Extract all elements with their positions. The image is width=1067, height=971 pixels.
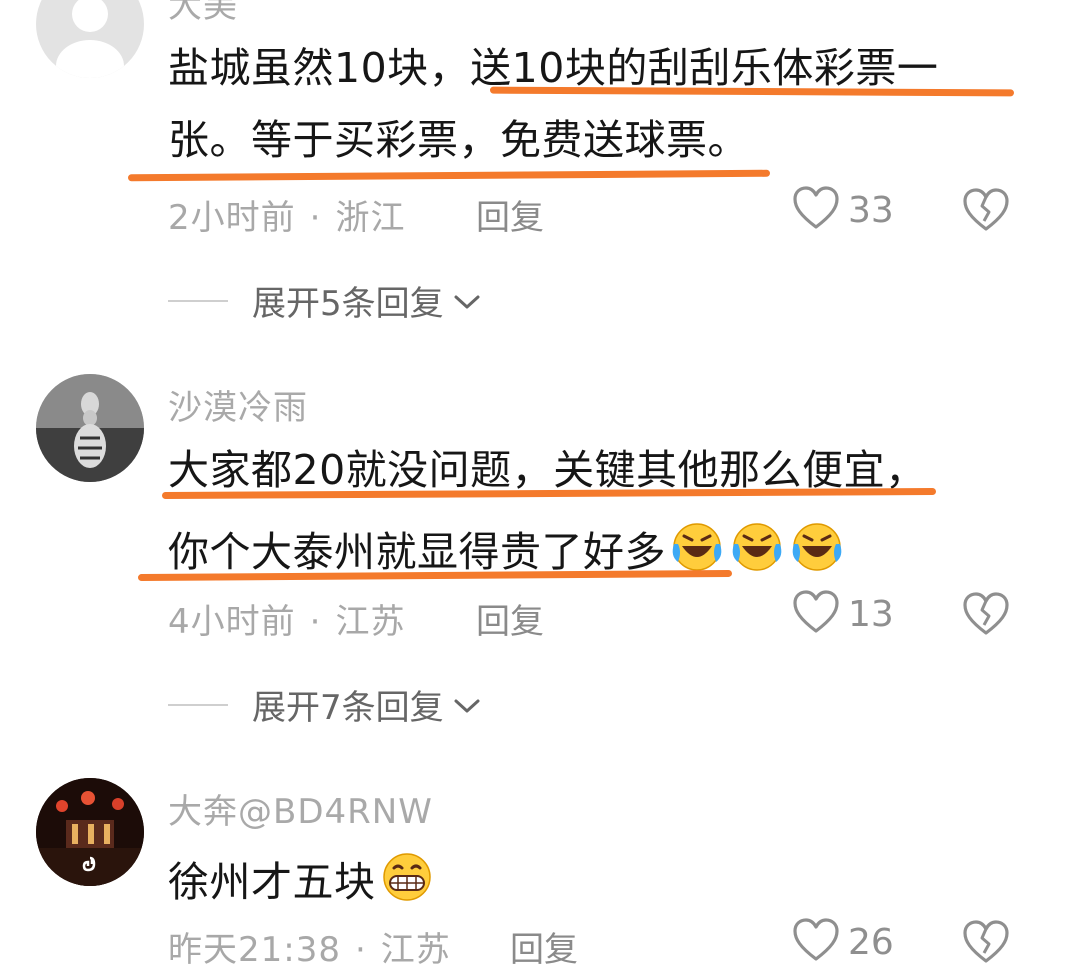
heart-outline-icon: [792, 186, 840, 234]
avatar[interactable]: [36, 374, 144, 482]
dislike-button[interactable]: [962, 920, 1010, 968]
divider-line: [168, 299, 228, 302]
avatar[interactable]: [36, 0, 144, 78]
reply-button[interactable]: 回复: [476, 594, 544, 643]
reply-button[interactable]: 回复: [476, 190, 544, 239]
username[interactable]: 大美: [168, 0, 238, 27]
like-button[interactable]: 33: [792, 186, 894, 234]
broken-heart-icon: [962, 920, 1010, 968]
location: 江苏: [335, 602, 406, 642]
timestamp: 2小时前: [168, 198, 296, 238]
comment-text-line: 你个大泰州就显得贵了好多: [168, 522, 846, 579]
broken-heart-icon: [962, 592, 1010, 640]
expand-replies-label: 展开5条回复: [252, 284, 444, 324]
timestamp: 4小时前: [168, 602, 296, 642]
dislike-button[interactable]: [962, 188, 1010, 236]
meta-separator: ·: [309, 602, 322, 642]
username[interactable]: 大奔@BD4RNW: [168, 784, 433, 833]
divider-line: [168, 703, 228, 706]
expand-replies-label: 展开7条回复: [252, 688, 444, 728]
comment-text-line: 盐城虽然10块，送10块的刮刮乐体彩票一: [168, 44, 939, 92]
like-count: 13: [848, 593, 894, 635]
like-button[interactable]: 26: [792, 918, 894, 966]
laughing-crying-emoji: [788, 522, 846, 579]
avatar[interactable]: [36, 778, 144, 886]
comment-text: 你个大泰州就显得贵了好多: [168, 528, 666, 576]
comment-meta: 2小时前 · 浙江: [168, 190, 405, 239]
meta-separator: ·: [309, 198, 322, 238]
like-count: 33: [848, 189, 894, 231]
heart-outline-icon: [792, 590, 840, 638]
username[interactable]: 沙漠冷雨: [168, 380, 308, 429]
chevron-down-icon: [452, 685, 482, 725]
grinning-emoji: [378, 852, 436, 909]
location: 浙江: [335, 198, 406, 238]
highlight-underline: [489, 86, 1015, 97]
highlight-underline: [127, 169, 771, 182]
laughing-crying-emoji: [728, 522, 786, 579]
like-count: 26: [848, 921, 894, 963]
expand-replies-button[interactable]: 展开5条回复: [168, 276, 482, 325]
broken-heart-icon: [962, 188, 1010, 236]
expand-replies-button[interactable]: 展开7条回复: [168, 680, 482, 729]
meta-separator: ·: [354, 930, 367, 970]
comment-text: 徐州才五块: [168, 858, 376, 906]
comment-text-line: 张。等于买彩票，免费送球票。: [168, 116, 749, 164]
comment-meta: 4小时前 · 江苏: [168, 594, 405, 643]
comment-text-line: 大家都20就没问题，关键其他那么便宜，: [168, 446, 927, 494]
timestamp: 昨天21:38: [168, 930, 341, 970]
chevron-down-icon: [452, 281, 482, 321]
comment-text-line: 徐州才五块: [168, 852, 436, 909]
location: 江苏: [380, 930, 451, 970]
heart-outline-icon: [792, 918, 840, 966]
dislike-button[interactable]: [962, 592, 1010, 640]
like-button[interactable]: 13: [792, 590, 894, 638]
